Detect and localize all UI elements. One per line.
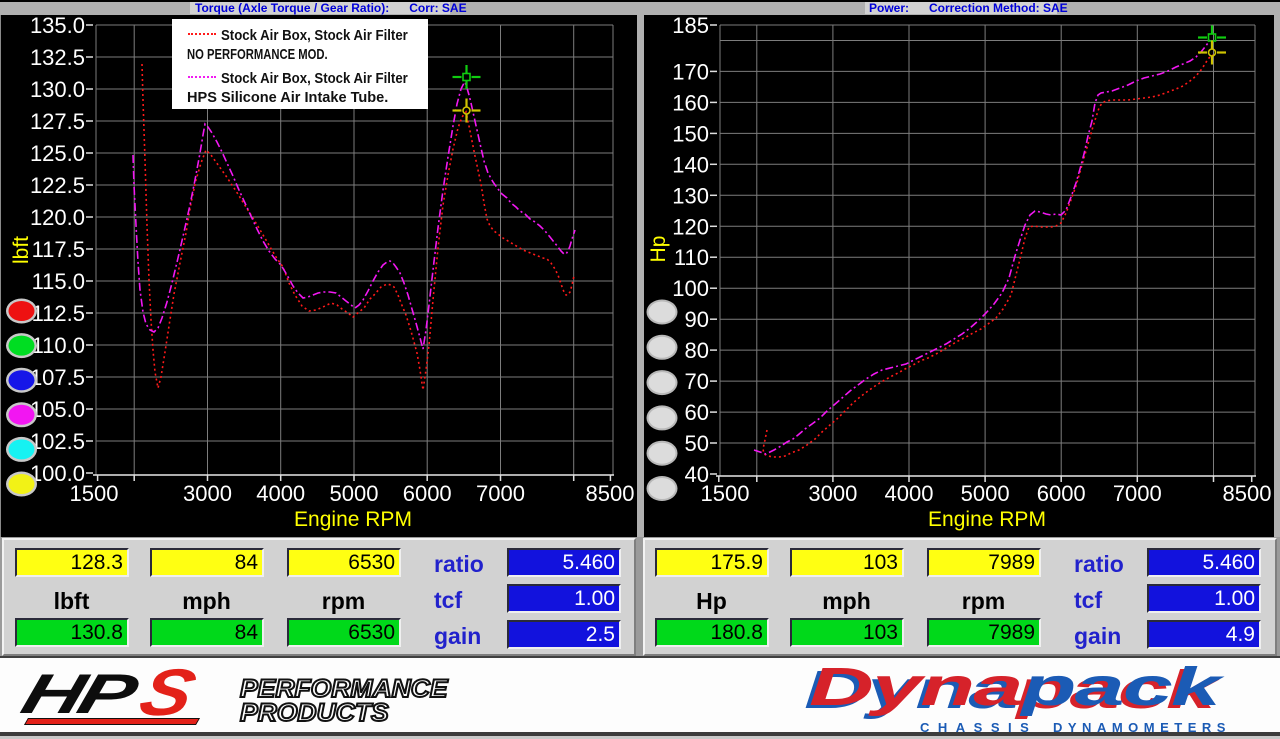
svg-text:117.5: 117.5: [32, 237, 85, 262]
svg-text:50: 50: [685, 431, 709, 456]
svg-text:60: 60: [685, 400, 709, 425]
svg-text:5000: 5000: [961, 481, 1010, 506]
svg-text:100: 100: [672, 276, 709, 301]
svg-text:112.5: 112.5: [32, 301, 85, 326]
svg-text:140: 140: [672, 152, 709, 177]
svg-text:120.0: 120.0: [30, 205, 85, 230]
svg-text:3000: 3000: [808, 481, 857, 506]
svg-text:5000: 5000: [330, 481, 379, 506]
svg-text:1500: 1500: [70, 481, 119, 506]
svg-text:105.0: 105.0: [30, 397, 85, 422]
svg-text:Engine RPM: Engine RPM: [294, 508, 412, 531]
svg-text:185: 185: [672, 13, 709, 38]
svg-text:115.0: 115.0: [32, 269, 85, 294]
svg-text:120: 120: [672, 214, 709, 239]
svg-text:170: 170: [672, 59, 709, 84]
svg-text:lbft: lbft: [10, 236, 33, 264]
svg-text:4000: 4000: [885, 481, 934, 506]
svg-text:7000: 7000: [476, 481, 525, 506]
svg-text:130: 130: [672, 183, 709, 208]
svg-text:7000: 7000: [1113, 481, 1162, 506]
svg-text:4000: 4000: [256, 481, 305, 506]
svg-text:90: 90: [685, 307, 709, 332]
svg-text:Hp: Hp: [647, 236, 670, 263]
svg-text:1500: 1500: [701, 481, 750, 506]
svg-text:127.5: 127.5: [30, 109, 85, 134]
svg-text:70: 70: [685, 369, 709, 394]
svg-text:80: 80: [685, 338, 709, 363]
svg-text:6000: 6000: [1037, 481, 1086, 506]
svg-text:125.0: 125.0: [30, 141, 85, 166]
svg-text:102.5: 102.5: [30, 429, 85, 454]
svg-text:Engine RPM: Engine RPM: [928, 508, 1046, 531]
svg-text:160: 160: [672, 90, 709, 115]
svg-text:135.0: 135.0: [30, 13, 85, 38]
svg-text:3000: 3000: [183, 481, 232, 506]
svg-text:130.0: 130.0: [30, 77, 85, 102]
svg-text:110.0: 110.0: [32, 333, 85, 358]
svg-text:107.5: 107.5: [30, 365, 85, 390]
svg-text:122.5: 122.5: [30, 173, 85, 198]
svg-text:110: 110: [674, 245, 709, 270]
svg-text:132.5: 132.5: [30, 45, 85, 70]
svg-text:8500: 8500: [1223, 481, 1272, 506]
svg-text:6000: 6000: [403, 481, 452, 506]
svg-text:150: 150: [672, 121, 709, 146]
svg-text:8500: 8500: [586, 481, 635, 506]
